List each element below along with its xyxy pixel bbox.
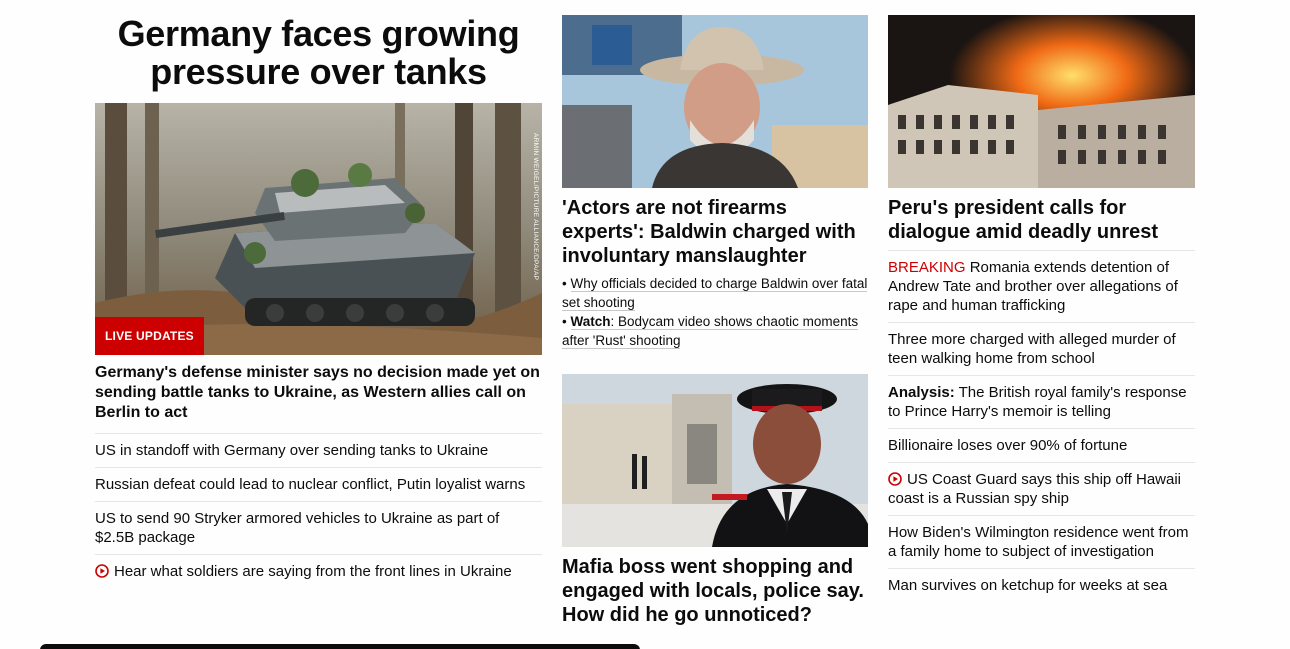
live-updates-badge[interactable]: LIVE UPDATES	[95, 317, 204, 355]
right-column: Peru's president calls for dialogue amid…	[888, 15, 1195, 602]
lead-story-headline[interactable]: Germany's defense minister says no decis…	[95, 363, 542, 434]
bottom-overlay-bar	[40, 644, 640, 649]
list-item[interactable]: US in standoff with Germany over sending…	[95, 434, 542, 468]
list-item[interactable]: Russian defeat could lead to nuclear con…	[95, 468, 542, 502]
baldwin-photo	[562, 15, 868, 188]
list-item[interactable]: US to send 90 Stryker armored vehicles t…	[95, 502, 542, 555]
analysis-label: Analysis:	[888, 384, 955, 401]
right-story-list: BREAKING Romania extends detention of An…	[888, 250, 1195, 602]
baldwin-related-links: • Why officials decided to charge Baldwi…	[562, 274, 868, 350]
list-item[interactable]: How Biden's Wilmington residence went fr…	[888, 516, 1195, 569]
photo-credit: ARMIN WEIGEL/PICTURE ALLIANCE/DPA/AP	[532, 133, 539, 281]
main-headline[interactable]: Germany faces growing pressure over tank…	[95, 15, 542, 91]
play-video-icon	[95, 564, 109, 578]
baldwin-headline[interactable]: 'Actors are not firearms experts': Baldw…	[562, 196, 868, 268]
list-item[interactable]: Billionaire loses over 90% of fortune	[888, 429, 1195, 463]
tank-image[interactable]: ARMIN WEIGEL/PICTURE ALLIANCE/DPA/AP LIV…	[95, 103, 542, 355]
peru-image[interactable]	[888, 15, 1195, 188]
related-link[interactable]: • Watch: Bodycam video shows chaotic mom…	[562, 312, 868, 350]
peru-photo	[888, 15, 1195, 188]
mafia-image[interactable]	[562, 374, 868, 547]
peru-headline[interactable]: Peru's president calls for dialogue amid…	[888, 196, 1195, 244]
play-video-icon	[888, 472, 902, 486]
mafia-photo	[562, 374, 868, 547]
list-item[interactable]: US Coast Guard says this ship off Hawaii…	[888, 463, 1195, 516]
list-item[interactable]: Man survives on ketchup for weeks at sea	[888, 569, 1195, 602]
lead-story-list: US in standoff with Germany over sending…	[95, 434, 542, 588]
list-item[interactable]: Analysis: The British royal family's res…	[888, 376, 1195, 429]
related-link[interactable]: • Why officials decided to charge Baldwi…	[562, 274, 868, 312]
lead-story-column: Germany faces growing pressure over tank…	[95, 15, 542, 588]
list-item[interactable]: Three more charged with alleged murder o…	[888, 323, 1195, 376]
breaking-label: BREAKING	[888, 259, 966, 276]
mafia-headline[interactable]: Mafia boss went shopping and engaged wit…	[562, 555, 868, 627]
list-item[interactable]: Hear what soldiers are saying from the f…	[95, 555, 542, 588]
baldwin-image[interactable]	[562, 15, 868, 188]
list-item[interactable]: BREAKING Romania extends detention of An…	[888, 251, 1195, 323]
middle-column: 'Actors are not firearms experts': Baldw…	[562, 15, 868, 627]
